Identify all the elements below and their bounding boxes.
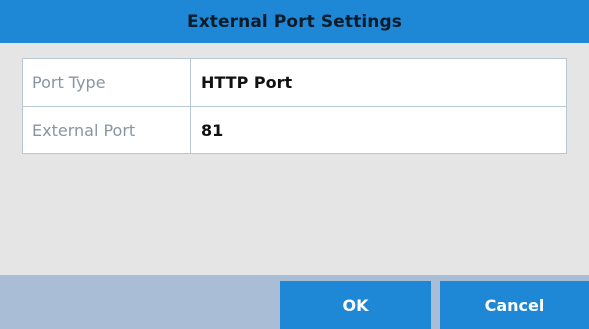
port-type-value[interactable]: HTTP Port <box>191 59 566 106</box>
external-port-row[interactable]: External Port 81 <box>23 106 566 153</box>
dialog-footer: OK Cancel <box>0 275 589 329</box>
ok-button[interactable]: OK <box>280 281 431 329</box>
external-port-settings-dialog: External Port Settings Port Type HTTP Po… <box>0 0 589 329</box>
dialog-body: Port Type HTTP Port External Port 81 <box>0 43 589 275</box>
settings-table: Port Type HTTP Port External Port 81 <box>22 58 567 154</box>
port-type-row[interactable]: Port Type HTTP Port <box>23 59 566 106</box>
port-type-label: Port Type <box>23 59 191 106</box>
cancel-button[interactable]: Cancel <box>440 281 589 329</box>
dialog-title: External Port Settings <box>0 0 589 43</box>
external-port-label: External Port <box>23 107 191 153</box>
external-port-field[interactable]: 81 <box>191 107 566 153</box>
